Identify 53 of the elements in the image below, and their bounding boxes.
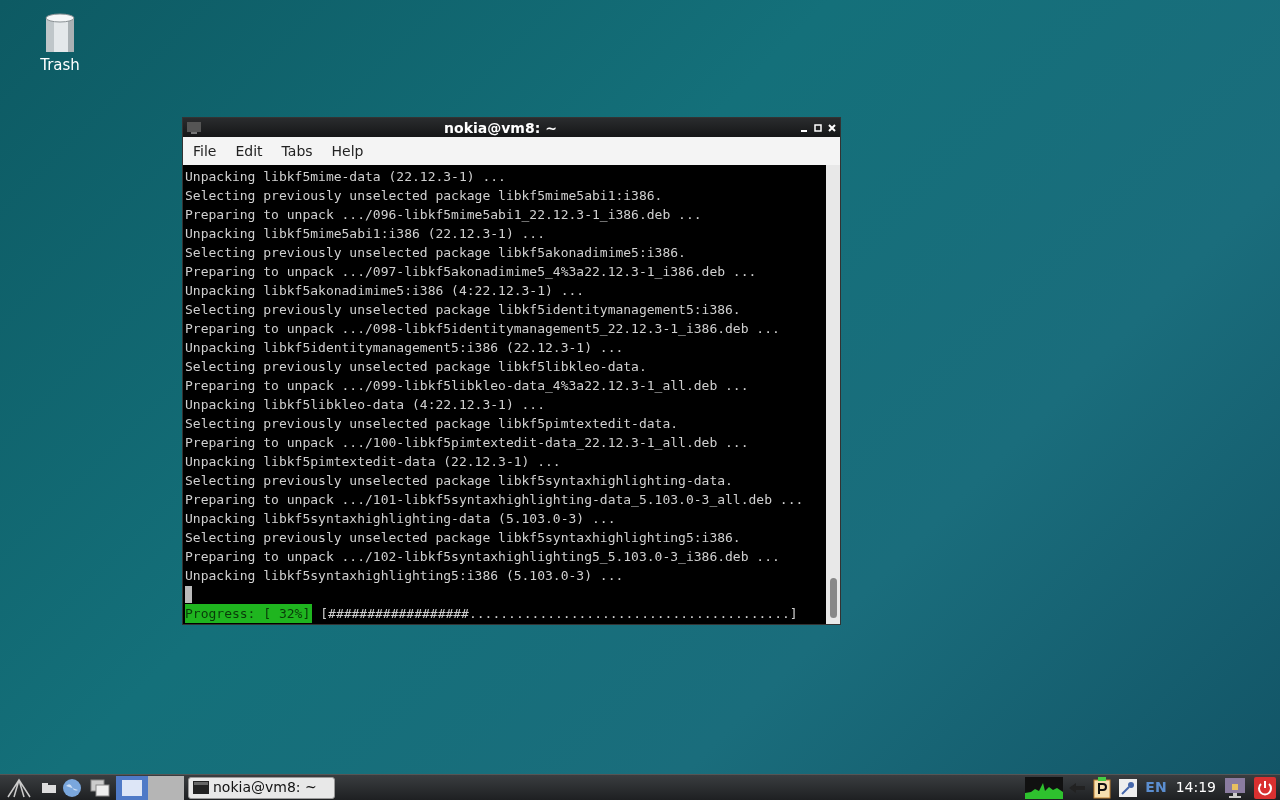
lock-screen-icon[interactable] [1224, 776, 1246, 799]
terminal-line: Selecting previously unselected package libkf5syntaxhighlighting5:i386. [185, 529, 742, 547]
terminal-line: Selecting previously unselected package libkf5mime5abi1:i386. [185, 187, 664, 205]
windows-icon[interactable] [90, 778, 110, 797]
terminal-line: Preparing to unpack .../098-libkf5identitymanagement5_22.12.3-1_i386.deb ... [185, 320, 781, 338]
globe-icon[interactable] [62, 777, 82, 798]
close-icon[interactable] [828, 123, 836, 132]
terminal-line: Preparing to unpack .../099-libkf5libkleo-data_4%3a22.12.3-1_all.deb ... [185, 377, 750, 395]
terminal-line: Preparing to unpack .../100-libkf5pimtextedit-data_22.12.3-1_all.deb ... [185, 434, 750, 452]
workspace-button[interactable] [148, 775, 184, 800]
terminal-line: Selecting previously unselected package libkf5pimtextedit-data. [185, 415, 680, 433]
terminal-line: Unpacking libkf5pimtextedit-data (22.12.3-1) ... [185, 453, 562, 471]
terminal-line: Unpacking libkf5mime-data (22.12.3-1) ... [185, 168, 507, 186]
terminal-line: Unpacking libkf5mime5abi1:i386 (22.12.3-1) ... [185, 225, 547, 243]
terminal-icon [187, 121, 201, 134]
keyboard-layout-indicator[interactable]: EN [1145, 777, 1167, 798]
start-menu-icon[interactable] [6, 777, 32, 798]
progress-bar-text: [##################.........................................] [320, 605, 798, 623]
terminal-line: Unpacking libkf5identitymanagement5:i386 (22.12.3-1) ... [185, 339, 625, 357]
taskbar-button[interactable]: nokia@vm8: ~ [188, 776, 335, 799]
folder-icon[interactable] [42, 782, 56, 793]
terminal-line: Selecting previously unselected package libkf5akonadimime5:i386. [185, 244, 687, 262]
terminal-line: Selecting previously unselected package libkf5syntaxhighlighting-data. [185, 472, 734, 490]
terminal-line: Unpacking libkf5libkleo-data (4:22.12.3-1) ... [185, 396, 547, 414]
maximize-icon[interactable] [814, 123, 822, 132]
window-title: nokia@vm8: ~ [443, 120, 558, 135]
menu-item[interactable]: Tabs [274, 140, 320, 162]
menu-item[interactable]: Edit [228, 140, 270, 162]
scrollbar-thumb[interactable] [829, 578, 837, 618]
clock[interactable]: 14:19 [1175, 777, 1216, 798]
menu-item[interactable]: File [186, 140, 224, 162]
terminal-line: Preparing to unpack .../097-libkf5akonadimime5_4%3a22.12.3-1_i386.deb ... [185, 263, 758, 281]
text-cursor [185, 586, 192, 603]
workspace-preview [122, 779, 142, 796]
workspace-button[interactable] [116, 775, 148, 800]
terminal-line: Selecting previously unselected package libkf5libkleo-data. [185, 358, 648, 376]
terminal-line: Unpacking libkf5syntaxhighlighting-data (5.103.0-3) ... [185, 510, 617, 528]
terminal-line: Unpacking libkf5akonadimime5:i386 (4:22.12.3-1) ... [185, 282, 586, 300]
terminal-line: Preparing to unpack .../102-libkf5syntaxhighlighting5_5.103.0-3_i386.deb ... [185, 548, 781, 566]
terminal-line: Preparing to unpack .../101-libkf5syntaxhighlighting-data_5.103.0-3_all.deb ... [185, 491, 805, 509]
clipboard-icon[interactable] [1093, 776, 1112, 799]
trash-can-icon[interactable] [44, 12, 76, 54]
power-icon[interactable] [1254, 776, 1276, 799]
terminal-line: Unpacking libkf5syntaxhighlighting5:i386 (5.103.0-3) ... [185, 567, 625, 585]
cpu-graph-icon[interactable] [1025, 776, 1064, 799]
scrollbar[interactable] [826, 165, 840, 624]
terminal-line: Selecting previously unselected package libkf5identitymanagement5:i386. [185, 301, 742, 319]
terminal-icon [193, 781, 209, 794]
menu-item[interactable]: Help [324, 140, 371, 162]
progress-label: Progress: [ 32%] [185, 604, 313, 623]
icon-label[interactable]: Trash [40, 58, 80, 73]
terminal-line: Preparing to unpack .../096-libkf5mime5abi1_22.12.3-1_i386.deb ... [185, 206, 703, 224]
key-icon[interactable] [1119, 778, 1138, 797]
